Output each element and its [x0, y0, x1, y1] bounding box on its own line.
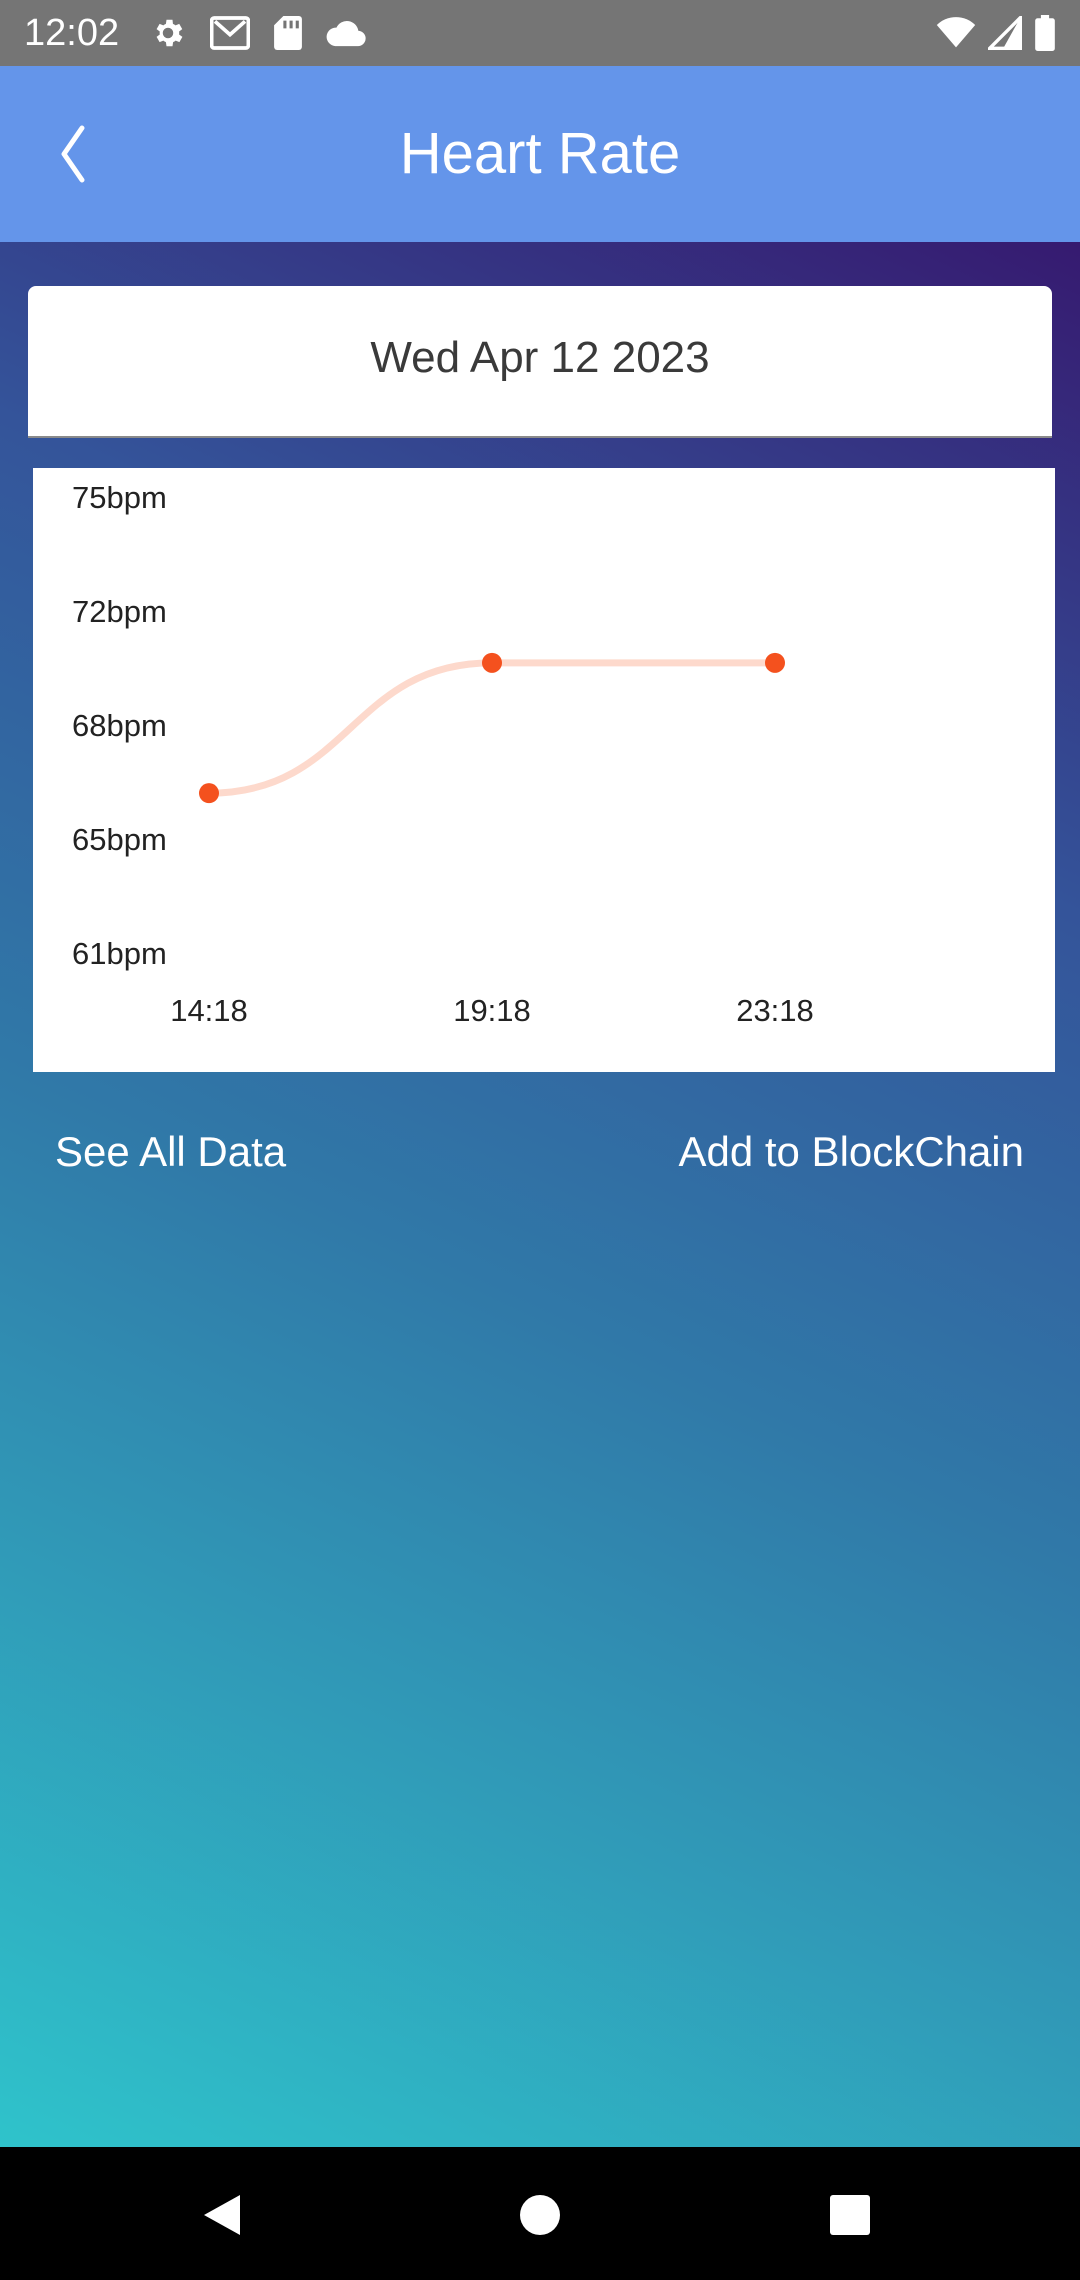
x-tick-label: 14:18: [170, 993, 248, 1028]
signal-icon: [988, 16, 1022, 50]
x-tick-label: 19:18: [453, 993, 531, 1028]
series-line: [205, 659, 779, 797]
see-all-data-button[interactable]: See All Data: [55, 1126, 286, 1178]
sd-card-icon: [274, 16, 302, 50]
status-right-icons: [936, 14, 1056, 52]
battery-icon: [1035, 15, 1055, 51]
cloud-icon: [326, 20, 366, 47]
status-time: 12:02: [24, 12, 120, 54]
data-point[interactable]: [765, 652, 785, 673]
nav-recents-button[interactable]: [818, 2183, 882, 2247]
date-selector[interactable]: Wed Apr 12 2023: [28, 286, 1052, 438]
nav-back-button[interactable]: [192, 2183, 256, 2247]
navigation-bar: [0, 2147, 1080, 2280]
nav-home-button[interactable]: [508, 2183, 572, 2247]
data-point[interactable]: [482, 652, 502, 673]
data-point[interactable]: [199, 783, 219, 804]
y-tick-label: 61bpm: [72, 936, 167, 971]
y-tick-label: 65bpm: [72, 822, 167, 857]
heart-rate-chart-svg: 75bpm 72bpm 68bpm 65bpm 61bpm14:18 19:18 23:18: [72, 480, 814, 1028]
status-left-icons: [150, 14, 366, 52]
y-tick-label: 75bpm: [72, 480, 167, 515]
app-bar: Heart Rate: [0, 66, 1080, 242]
y-tick-label: 68bpm: [72, 708, 167, 743]
gmail-icon: [210, 16, 250, 50]
date-label: Wed Apr 12 2023: [370, 333, 710, 382]
status-bar: 12:02: [0, 0, 1080, 66]
nav-back-icon: [204, 2195, 240, 2235]
add-to-blockchain-button[interactable]: Add to BlockChain: [678, 1126, 1024, 1178]
page-title: Heart Rate: [399, 121, 681, 186]
heart-rate-chart: 75bpm 72bpm 68bpm 65bpm 61bpm 14:18 19:18 23:18: [33, 468, 1055, 1072]
main-content: Wed Apr 12 2023 75bpm 72bpm 68bpm 65bpm 61bp…: [0, 242, 1080, 2147]
settings-icon: [156, 19, 183, 47]
nav-recents-icon: [830, 2195, 870, 2235]
nav-home-icon: [520, 2195, 560, 2235]
x-tick-label: 23:18: [736, 993, 814, 1028]
y-tick-label: 72bpm: [72, 594, 167, 629]
wifi-icon: [936, 17, 976, 48]
